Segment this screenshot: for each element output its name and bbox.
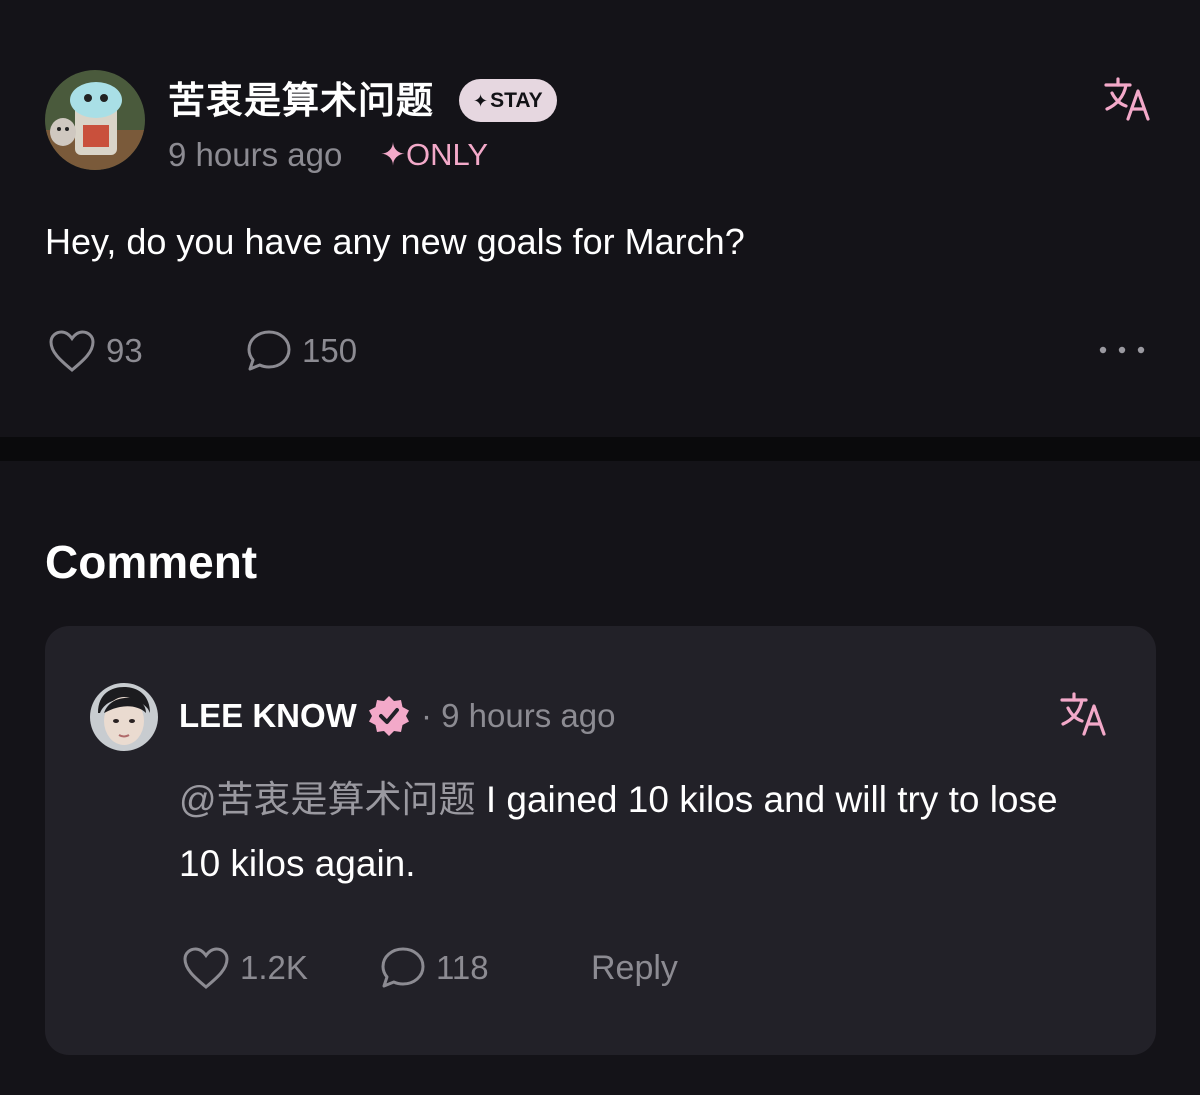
comment-text: @苦衷是算术问题 I gained 10 kilos and will try …: [179, 768, 1079, 896]
translate-button[interactable]: [1060, 692, 1108, 743]
avatar[interactable]: [90, 683, 158, 751]
reply-count: 118: [436, 949, 489, 986]
heart-icon: [183, 947, 229, 989]
like-button[interactable]: 93: [48, 329, 143, 373]
like-count: 93: [106, 332, 143, 369]
more-options-button[interactable]: [1098, 338, 1148, 362]
translate-button[interactable]: [1104, 77, 1152, 128]
heart-icon: [49, 330, 95, 372]
post-text: Hey, do you have any new goals for March…: [45, 221, 745, 262]
only-tag-label: ONLY: [405, 137, 489, 172]
mention-link[interactable]: @苦衷是算术问题: [179, 779, 476, 820]
translate-icon: [1104, 77, 1150, 121]
comment-button[interactable]: 150: [246, 329, 357, 373]
more-dots-icon: [1099, 346, 1145, 354]
post-timestamp: 9 hours ago: [168, 136, 343, 173]
comment-section-title: Comment: [45, 536, 258, 588]
reply-button[interactable]: Reply: [591, 946, 678, 990]
post-card: 苦衷是算术问题 ✦STAY 9 hours ago ✦ONLY Hey, do …: [0, 0, 1200, 437]
comment-count: 150: [302, 332, 358, 369]
sparkle-icon: ✦: [473, 91, 489, 111]
reply-count-button[interactable]: 118: [380, 946, 489, 990]
translate-icon: [1060, 692, 1106, 736]
like-button[interactable]: 1.2K: [182, 946, 308, 990]
verified-badge-icon: [367, 694, 411, 743]
stay-badge: ✦STAY: [459, 79, 557, 122]
sparkle-icon: ✦: [380, 137, 406, 172]
comment-bubble-icon: [381, 947, 425, 988]
section-divider: [0, 437, 1200, 461]
comment-bubble-icon: [247, 330, 291, 371]
like-count: 1.2K: [240, 949, 308, 986]
comment-author-name[interactable]: LEE KNOW: [179, 696, 357, 736]
stay-badge-label: STAY: [490, 89, 543, 112]
avatar[interactable]: [45, 70, 145, 170]
post-author-name[interactable]: 苦衷是算术问题: [168, 78, 434, 124]
comment-card: LEE KNOW · 9 hours ago @苦衷是算术问题 I gained…: [45, 626, 1156, 1055]
comment-timestamp: · 9 hours ago: [421, 697, 616, 734]
only-tag: ✦ONLY: [380, 135, 488, 175]
